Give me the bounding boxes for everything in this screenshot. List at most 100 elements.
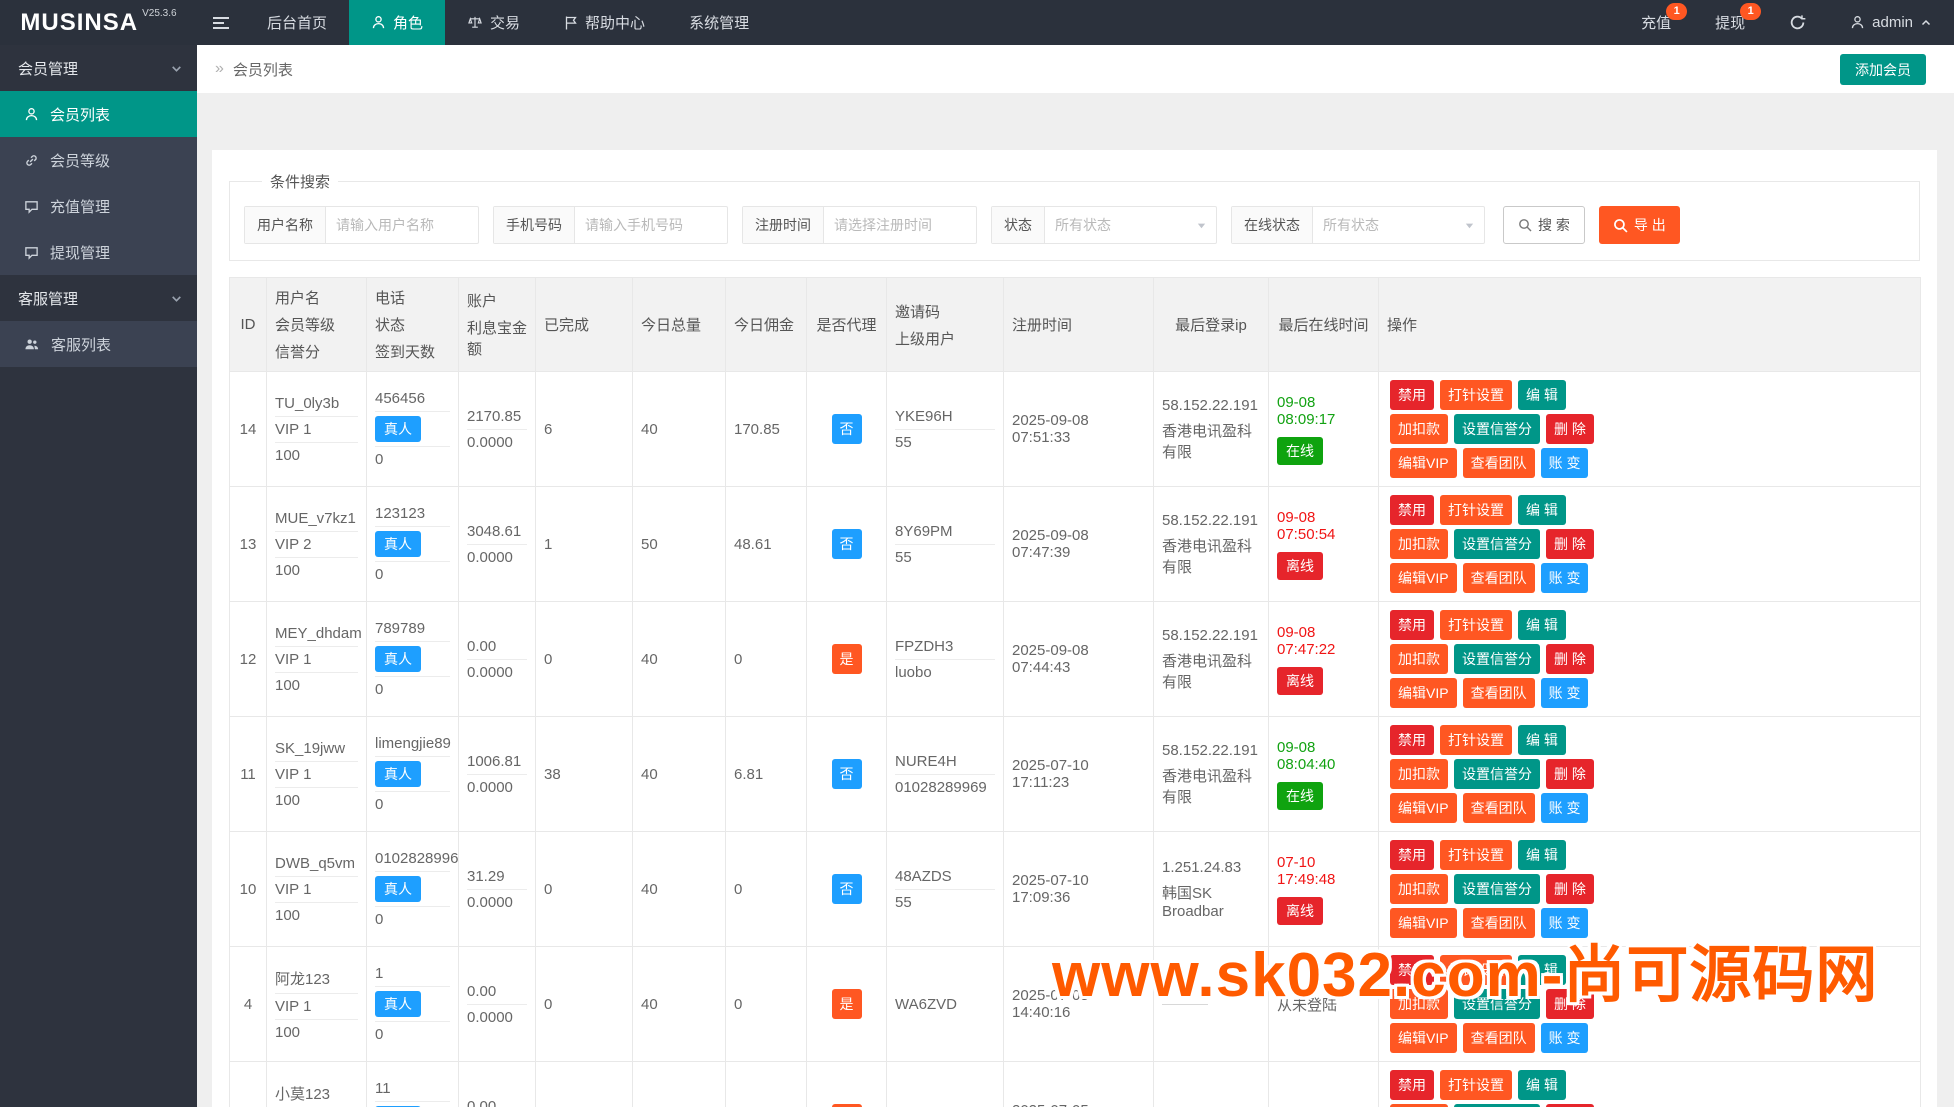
- add-deduct-button[interactable]: 加扣款: [1390, 874, 1448, 904]
- edit-button[interactable]: 编 辑: [1518, 1070, 1566, 1100]
- add-deduct-button[interactable]: 加扣款: [1390, 414, 1448, 444]
- menu-item-home[interactable]: 后台首页: [245, 0, 349, 45]
- last-online-time: 09-08 08:04:40: [1277, 736, 1370, 776]
- search-icon: [1518, 218, 1532, 232]
- menu-item-trade[interactable]: 交易: [445, 0, 542, 45]
- edit-vip-button[interactable]: 编辑VIP: [1390, 1023, 1457, 1053]
- sidebar-item-withdraw-management[interactable]: 提现管理: [0, 229, 197, 275]
- set-credit-button[interactable]: 设置信誉分: [1454, 874, 1540, 904]
- delete-button[interactable]: 删 除: [1546, 874, 1594, 904]
- cell-account: 0.000.0000: [459, 1062, 536, 1107]
- injection-settings-button[interactable]: 打针设置: [1440, 1070, 1512, 1100]
- edit-vip-button[interactable]: 编辑VIP: [1390, 678, 1457, 708]
- cell-last-ip: [1154, 1062, 1269, 1107]
- delete-button[interactable]: 删 除: [1546, 759, 1594, 789]
- cell-invite: NURE4H01028289969: [887, 717, 1004, 832]
- edit-vip-button[interactable]: 编辑VIP: [1390, 793, 1457, 823]
- menu-item-role[interactable]: 角色: [349, 0, 445, 45]
- set-credit-button[interactable]: 设置信誉分: [1454, 414, 1540, 444]
- cell-last-ip: 58.152.22.191香港电讯盈科有限: [1154, 602, 1269, 717]
- view-team-button[interactable]: 查看团队: [1463, 678, 1535, 708]
- recharge-nav-button[interactable]: 充值 1: [1619, 0, 1693, 45]
- account-change-button[interactable]: 账 变: [1541, 563, 1589, 593]
- account-change-button[interactable]: 账 变: [1541, 448, 1589, 478]
- search-button[interactable]: 搜 索: [1503, 206, 1585, 244]
- set-credit-button[interactable]: 设置信誉分: [1454, 644, 1540, 674]
- delete-button[interactable]: 删 除: [1546, 414, 1594, 444]
- injection-settings-button[interactable]: 打针设置: [1440, 610, 1512, 640]
- person-icon: [24, 107, 39, 122]
- sidebar-item-member-list[interactable]: 会员列表: [0, 91, 197, 137]
- cell-last-online: 09-08 08:04:40在线: [1269, 717, 1379, 832]
- action-buttons: 禁用打针设置编 辑加扣款设置信誉分删 除编辑VIP查看团队账 变: [1387, 1068, 1623, 1107]
- view-team-button[interactable]: 查看团队: [1463, 563, 1535, 593]
- refresh-button[interactable]: [1767, 0, 1828, 45]
- menu-item-help[interactable]: 帮助中心: [542, 0, 667, 45]
- sidebar-group-label: 客服管理: [18, 288, 78, 309]
- sidebar-item-service-list[interactable]: 客服列表: [0, 321, 197, 367]
- real-user-badge: 真人: [375, 531, 421, 557]
- add-deduct-button[interactable]: 加扣款: [1390, 644, 1448, 674]
- set-credit-button[interactable]: 设置信誉分: [1454, 529, 1540, 559]
- regtime-input[interactable]: [824, 207, 976, 243]
- injection-settings-button[interactable]: 打针设置: [1440, 840, 1512, 870]
- export-button[interactable]: 导 出: [1599, 206, 1680, 244]
- online-status-field-group: 在线状态 所有状态: [1231, 206, 1485, 244]
- status-select[interactable]: 所有状态: [1045, 207, 1216, 243]
- edit-button[interactable]: 编 辑: [1518, 725, 1566, 755]
- cell-user: MEY_dhdamVIP 1100: [267, 602, 367, 717]
- edit-button[interactable]: 编 辑: [1518, 380, 1566, 410]
- view-team-button[interactable]: 查看团队: [1463, 1023, 1535, 1053]
- table-row: 14TU_0ly3bVIP 1100456456真人02170.850.0000…: [230, 372, 1921, 487]
- set-credit-button[interactable]: 设置信誉分: [1454, 759, 1540, 789]
- disable-button[interactable]: 禁用: [1390, 1070, 1434, 1100]
- cell-completed: 0: [536, 602, 633, 717]
- delete-button[interactable]: 删 除: [1546, 529, 1594, 559]
- sidebar-item-member-level[interactable]: 会员等级: [0, 137, 197, 183]
- edit-vip-button[interactable]: 编辑VIP: [1390, 563, 1457, 593]
- cell-last-online: 09-08 07:50:54离线: [1269, 487, 1379, 602]
- disable-button[interactable]: 禁用: [1390, 380, 1434, 410]
- search-panel-legend: 条件搜索: [262, 171, 338, 192]
- sidebar-group-service-management[interactable]: 客服管理: [0, 275, 197, 321]
- cell-invite: YKE96H55: [887, 372, 1004, 487]
- disable-button[interactable]: 禁用: [1390, 610, 1434, 640]
- add-member-button[interactable]: 添加会员: [1840, 54, 1926, 85]
- injection-settings-button[interactable]: 打针设置: [1440, 495, 1512, 525]
- sidebar-toggle-icon[interactable]: [197, 0, 245, 45]
- sidebar-item-recharge-management[interactable]: 充值管理: [0, 183, 197, 229]
- delete-button[interactable]: 删 除: [1546, 644, 1594, 674]
- cell-today-commission: 0: [726, 1062, 807, 1107]
- cell-today-total: 40: [633, 717, 726, 832]
- edit-vip-button[interactable]: 编辑VIP: [1390, 448, 1457, 478]
- sidebar-group-member-management[interactable]: 会员管理: [0, 45, 197, 91]
- edit-button[interactable]: 编 辑: [1518, 495, 1566, 525]
- cell-today-total: 50: [633, 487, 726, 602]
- view-team-button[interactable]: 查看团队: [1463, 448, 1535, 478]
- add-deduct-button[interactable]: 加扣款: [1390, 529, 1448, 559]
- view-team-button[interactable]: 查看团队: [1463, 793, 1535, 823]
- disable-button[interactable]: 禁用: [1390, 840, 1434, 870]
- user-menu[interactable]: admin: [1828, 0, 1954, 45]
- account-change-button[interactable]: 账 变: [1541, 1023, 1589, 1053]
- menu-item-system[interactable]: 系统管理: [667, 0, 771, 45]
- disable-button[interactable]: 禁用: [1390, 725, 1434, 755]
- chat-icon: [24, 199, 39, 214]
- disable-button[interactable]: 禁用: [1390, 495, 1434, 525]
- edit-button[interactable]: 编 辑: [1518, 840, 1566, 870]
- agent-badge: 否: [832, 414, 862, 444]
- cell-actions: 禁用打针设置编 辑加扣款设置信誉分删 除编辑VIP查看团队账 变: [1379, 372, 1921, 487]
- edit-button[interactable]: 编 辑: [1518, 610, 1566, 640]
- sidebar-item-label: 会员等级: [50, 150, 110, 171]
- withdraw-nav-button[interactable]: 提现 1: [1693, 0, 1767, 45]
- account-change-button[interactable]: 账 变: [1541, 793, 1589, 823]
- user-name: admin: [1872, 14, 1913, 31]
- online-status-select[interactable]: 所有状态: [1313, 207, 1484, 243]
- username-input[interactable]: [326, 207, 478, 243]
- phone-input[interactable]: [575, 207, 727, 243]
- cell-account: 2170.850.0000: [459, 372, 536, 487]
- add-deduct-button[interactable]: 加扣款: [1390, 759, 1448, 789]
- injection-settings-button[interactable]: 打针设置: [1440, 725, 1512, 755]
- injection-settings-button[interactable]: 打针设置: [1440, 380, 1512, 410]
- account-change-button[interactable]: 账 变: [1541, 678, 1589, 708]
